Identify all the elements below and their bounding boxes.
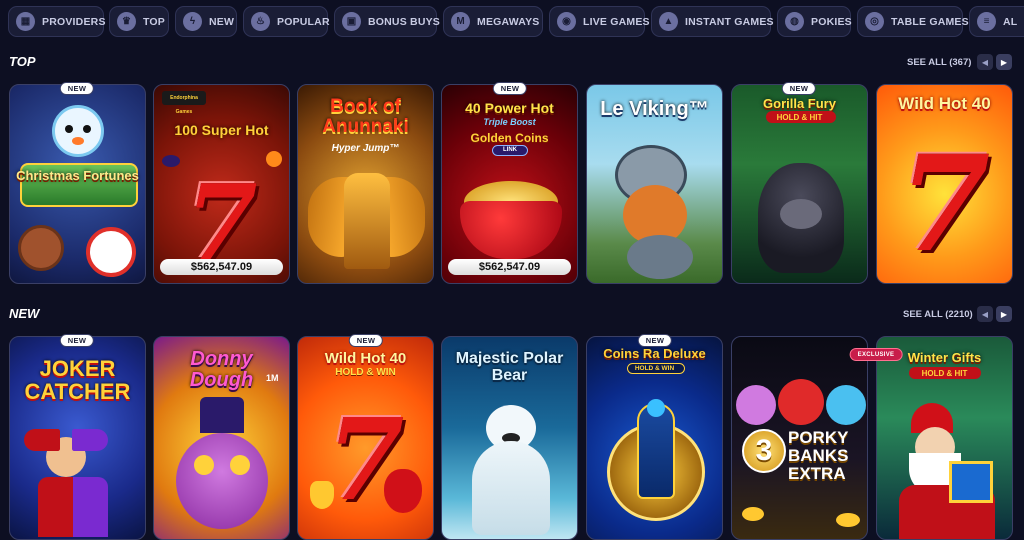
- nav-table-games[interactable]: ◎ Table Games: [857, 6, 969, 37]
- game-title: Christmas Fortunes: [16, 168, 139, 183]
- new-badge: NEW: [59, 334, 95, 347]
- game-card-wild-hot-40-hold-win[interactable]: Wild Hot 40 Hold & Win 7: [297, 336, 434, 540]
- new-badge: NEW: [59, 82, 95, 95]
- nav-pokies[interactable]: ◍ Pokies: [777, 6, 852, 37]
- lightning-icon: ϟ: [183, 12, 202, 31]
- section-title-new: NEW: [9, 306, 40, 321]
- nav-popular[interactable]: ♨ Popular: [243, 6, 330, 37]
- nav-live-games[interactable]: ◉ Live Games: [549, 6, 650, 37]
- next-arrow-top[interactable]: ▶: [996, 54, 1012, 70]
- game-title: 100 Super Hot: [174, 122, 269, 138]
- grid-icon: ▦: [16, 12, 35, 31]
- new-badge: NEW: [492, 82, 528, 95]
- game-card-book-of-anunnaki[interactable]: Book of Anunnaki Hyper Jump™: [297, 84, 434, 284]
- game-card-gorilla-fury[interactable]: Gorilla Fury Hold & Hit: [731, 84, 868, 284]
- game-subtitle-2: Golden Coins: [470, 131, 549, 145]
- category-nav: ▦ Providers ♛ Top ϟ New ♨ Popular ▣ Bonu…: [0, 0, 1024, 44]
- nav-label: Bonus Buys: [368, 15, 441, 28]
- jackpot-amount: $562,547.09: [448, 259, 571, 275]
- game-tag: 3: [755, 434, 773, 467]
- jackpot-amount: $562,547.09: [160, 259, 283, 275]
- game-card-majestic-polar-bear[interactable]: Majestic Polar Bear: [441, 336, 578, 540]
- see-all-top-link[interactable]: SEE ALL (367): [907, 57, 971, 68]
- nav-label: Megaways: [477, 15, 540, 28]
- game-subtitle: Hold & Hit: [921, 369, 968, 378]
- new-badge: NEW: [781, 82, 817, 95]
- new-badge: NEW: [637, 334, 673, 347]
- megaways-icon: M: [451, 12, 470, 31]
- next-arrow-new[interactable]: ▶: [996, 306, 1012, 322]
- game-card-winter-gifts[interactable]: Winter Gifts Hold & Hit: [876, 336, 1013, 540]
- table-icon: ◎: [865, 12, 884, 31]
- all-icon: ≡: [977, 12, 996, 31]
- game-subtitle: Hold & Win: [335, 367, 396, 378]
- prev-arrow-top[interactable]: ◀: [977, 54, 993, 70]
- game-title: 40 Power Hot: [465, 100, 554, 116]
- link-tag: Link: [492, 145, 528, 156]
- game-tag: 1M: [266, 373, 279, 383]
- chip-icon: ◉: [557, 12, 576, 31]
- nav-instant-games[interactable]: ▲ Instant Games: [651, 6, 774, 37]
- new-badge: NEW: [348, 334, 384, 347]
- nav-label: Instant Games: [685, 15, 774, 28]
- game-title: Coins Ra Deluxe: [603, 346, 706, 361]
- nav-providers[interactable]: ▦ Providers: [8, 6, 106, 37]
- brand-logo: Endorphina Games: [162, 91, 206, 115]
- prev-arrow-new[interactable]: ◀: [977, 306, 993, 322]
- game-title: Donny Dough: [189, 348, 254, 391]
- game-subtitle: Hold & Win: [634, 365, 675, 372]
- game-title: Porky Banks Extra: [788, 428, 849, 483]
- rocket-icon: ▲: [659, 12, 678, 31]
- nav-new[interactable]: ϟ New: [175, 6, 237, 37]
- game-title: Book of Anunnaki: [322, 96, 409, 137]
- game-card-porky-banks-extra[interactable]: 3 Porky Banks Extra: [731, 336, 868, 540]
- exclusive-badge: EXCLUSIVE: [849, 348, 903, 361]
- nav-label: Popular: [277, 15, 330, 28]
- nav-bonus-buys[interactable]: ▣ Bonus Buys: [334, 6, 441, 37]
- nav-label: Al: [1003, 15, 1018, 28]
- game-subtitle: Hyper Jump™: [331, 143, 400, 154]
- game-card-wild-hot-40[interactable]: Wild Hot 40 7: [876, 84, 1013, 284]
- game-title: Le Viking™: [600, 98, 709, 120]
- nav-label: Live Games: [583, 15, 650, 28]
- game-subtitle: Triple Boost: [483, 117, 536, 127]
- game-card-donny-dough[interactable]: Donny Dough 1M: [153, 336, 290, 540]
- game-title: Majestic Polar Bear: [455, 350, 564, 384]
- game-card-100-super-hot[interactable]: Endorphina Games 100 Super Hot 7 $562,54…: [153, 84, 290, 284]
- flame-icon: ♨: [251, 12, 270, 31]
- nav-top[interactable]: ♛ Top: [109, 6, 169, 37]
- game-card-christmas-fortunes[interactable]: Christmas Fortunes: [9, 84, 146, 284]
- game-card-40-power-hot[interactable]: 40 Power Hot Triple Boost Golden Coins L…: [441, 84, 578, 284]
- game-title: Joker Catcher: [24, 356, 131, 405]
- chevron-right-icon: ▶: [1000, 309, 1008, 319]
- nav-label: Table Games: [891, 15, 969, 28]
- nav-all[interactable]: ≡ Al: [969, 6, 1024, 37]
- nav-label: Providers: [42, 15, 106, 28]
- nav-label: New: [209, 15, 235, 28]
- crown-icon: ♛: [117, 12, 136, 31]
- game-card-le-viking[interactable]: Le Viking™: [586, 84, 723, 284]
- chevron-left-icon: ◀: [981, 309, 989, 319]
- game-card-coins-ra-deluxe[interactable]: Coins Ra Deluxe Hold & Win: [586, 336, 723, 540]
- game-title: Wild Hot 40: [898, 94, 991, 113]
- game-title: Wild Hot 40: [324, 350, 407, 367]
- game-card-joker-catcher[interactable]: Joker Catcher: [9, 336, 146, 540]
- cart-icon: ▣: [342, 12, 361, 31]
- nav-label: Pokies: [811, 15, 852, 28]
- game-title: Gorilla Fury: [763, 96, 836, 111]
- nav-megaways[interactable]: M Megaways: [443, 6, 543, 37]
- game-subtitle: Hold & Hit: [776, 113, 823, 122]
- see-all-new-link[interactable]: SEE ALL (2210): [903, 309, 973, 320]
- nav-label: Top: [143, 15, 165, 28]
- chevron-right-icon: ▶: [1000, 57, 1008, 67]
- seven-symbol: 7: [898, 127, 991, 282]
- section-title-top: TOP: [9, 54, 36, 69]
- slot-icon: ◍: [785, 12, 804, 31]
- chevron-left-icon: ◀: [981, 57, 989, 67]
